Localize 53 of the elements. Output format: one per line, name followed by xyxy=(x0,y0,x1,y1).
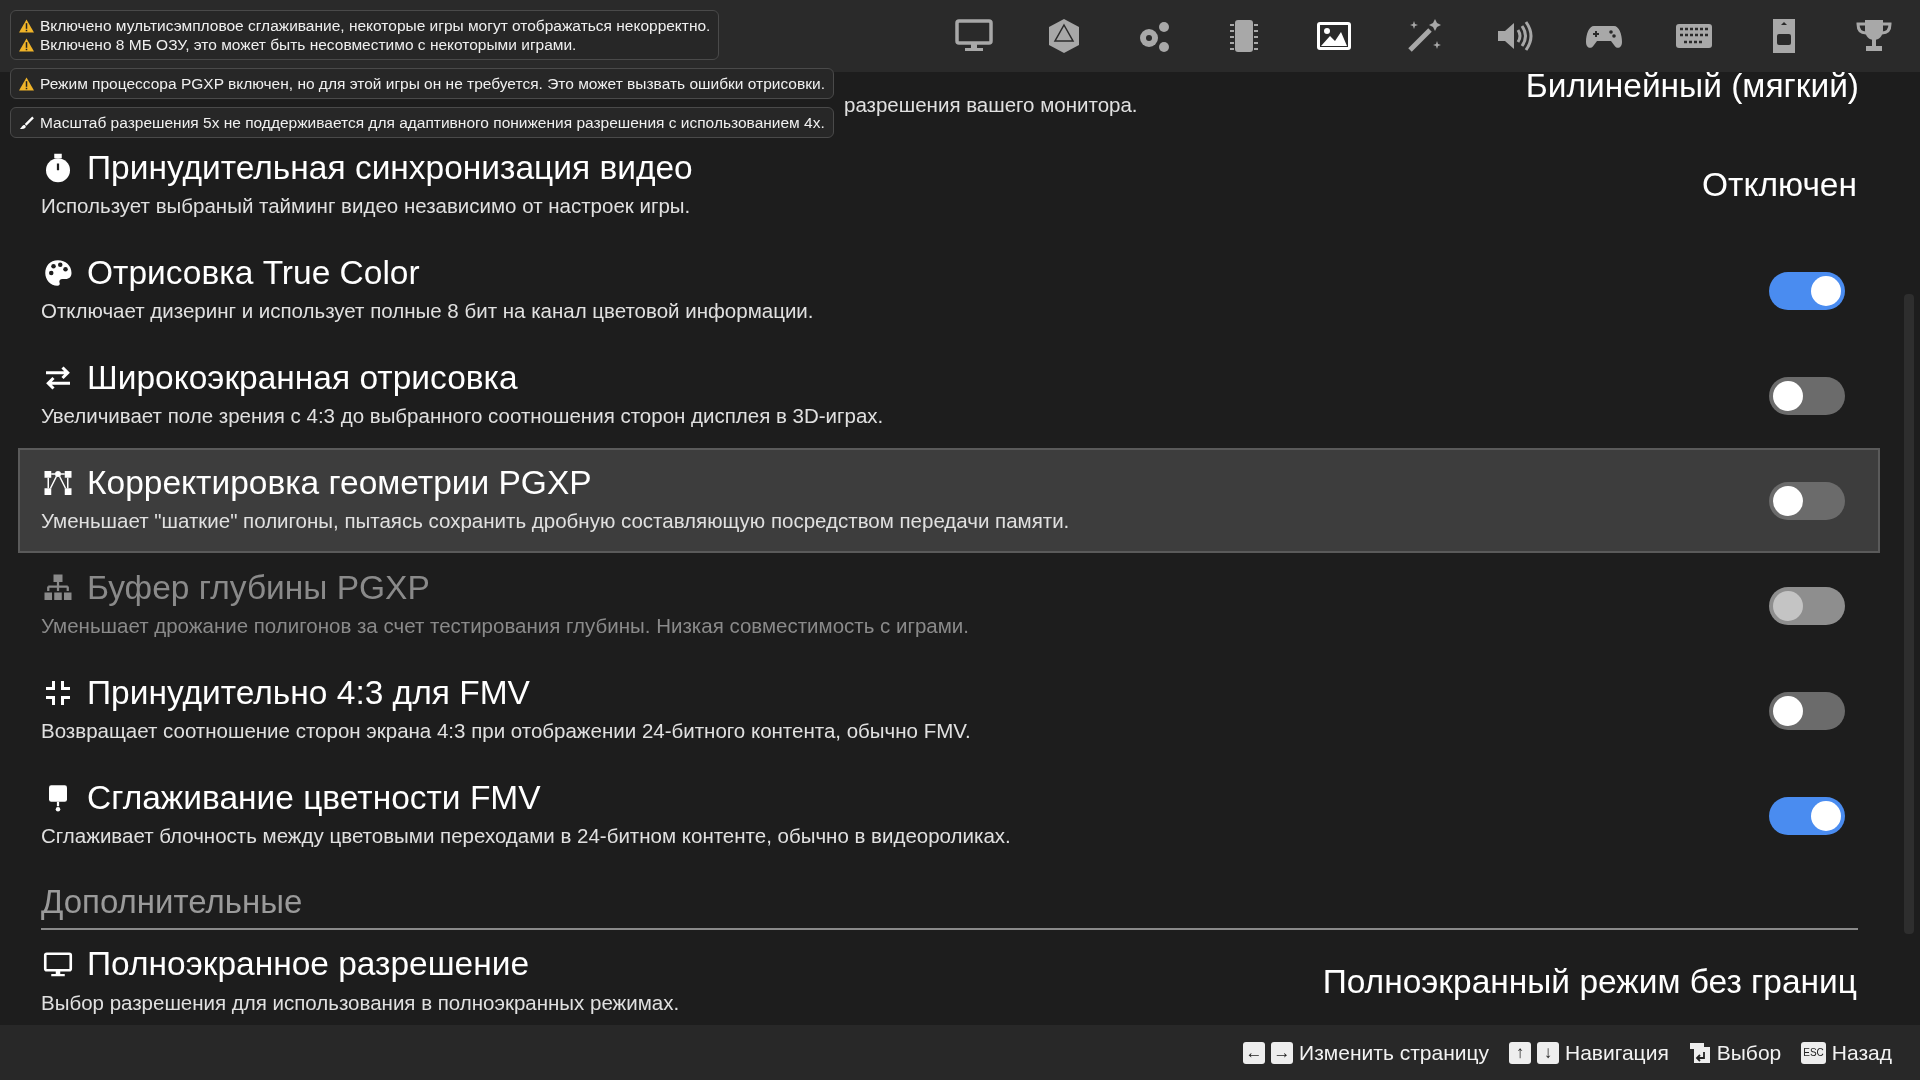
setting-title: Принудительная синхронизация видео xyxy=(87,148,693,188)
setting-row[interactable]: Широкоэкранная отрисовка Увеличивает поле зрения с 4:3 до выбранного соотношения сторон дисплея в 3D-играх. xyxy=(18,343,1880,448)
setting-title: Широкоэкранная отрисовка xyxy=(87,358,518,398)
setting-description: разрешения вашего монитора. xyxy=(844,92,1138,118)
notification-text: Режим процессора PGXP включен, но для этой игры он не требуется. Это может вызвать ошибки отрисовки. xyxy=(40,74,825,93)
toggle-switch[interactable] xyxy=(1769,376,1845,415)
setting-title: Принудительно 4:3 для FMV xyxy=(87,673,530,713)
hint-label: Навигация xyxy=(1565,1039,1669,1066)
setting-value[interactable]: Полноэкранный режим без границ xyxy=(1322,956,1857,1008)
section-header: Дополнительные xyxy=(41,868,1858,930)
setting-description: Уменьшает дрожание полигонов за счет тестирования глубины. Низкая совместимость с играми. xyxy=(41,613,969,640)
warning-icon xyxy=(19,18,34,33)
toggle-switch[interactable] xyxy=(1769,481,1845,520)
setting-title: Сглаживание цветности FMV xyxy=(87,778,541,818)
setting-row[interactable]: Принудительная синхронизация видео Использует выбраный тайминг видео независимо от настроек игры. Отключен xyxy=(18,133,1880,238)
setting-description: Уменьшает "шаткие" полигоны, пытаясь сохранить дробную составляющую посредством передачи памяти. xyxy=(41,508,1070,535)
setting-description: Увеличивает поле зрения с 4:3 до выбранного соотношения сторон дисплея в 3D-играх. xyxy=(41,403,884,430)
stopwatch-icon xyxy=(43,153,73,184)
key-cap: ↑ xyxy=(1509,1041,1531,1064)
toggle-switch[interactable] xyxy=(1769,796,1845,835)
setting-row[interactable]: Сглаживание цветности FMV Сглаживает блочность между цветовыми переходами в 24-битном контенте, обычно в видеороликах. xyxy=(18,763,1880,868)
toggle-switch[interactable] xyxy=(1769,691,1845,730)
setting-title: Отрисовка True Color xyxy=(87,253,420,293)
setting-value[interactable]: Отключен xyxy=(1702,160,1857,211)
palette-icon xyxy=(43,258,73,289)
warning-icon xyxy=(19,76,34,91)
brush-icon xyxy=(19,115,34,130)
setting-description: Выбор разрешения для использования в полноэкранных режимах. xyxy=(41,989,680,1016)
enter-key-icon xyxy=(1688,1040,1711,1065)
setting-description: Использует выбраный тайминг видео независимо от настроек игры. xyxy=(41,193,692,220)
setting-title: Буфер глубины PGXP xyxy=(87,568,430,608)
setting-row[interactable]: Полноэкранное разрешение Выбор разрешения для использования в полноэкранных режимах. Полноэкранный режим без границ xyxy=(18,929,1880,1025)
key-cap: ESC xyxy=(1801,1041,1826,1064)
setting-row[interactable]: Принудительно 4:3 для FMV Возвращает соотношение сторон экрана 4:3 при отображении 24-битного контента, обычно FMV. xyxy=(18,658,1880,763)
setting-description: Сглаживает блочность между цветовыми переходами в 24-битном контенте, обычно в видеороликах. xyxy=(41,823,1011,850)
hint-label: Назад xyxy=(1831,1039,1892,1066)
notification-text: Включено мультисэмпловое сглаживание, некоторые игры могут отображаться некорректно. xyxy=(40,16,711,35)
key-cap: ↓ xyxy=(1537,1041,1559,1064)
hint-label: Изменить страницу xyxy=(1299,1039,1489,1066)
setting-value[interactable]: Билинейный (мягкий) xyxy=(1525,72,1859,107)
setting-title: Корректировка геометрии PGXP xyxy=(87,463,592,503)
setting-row[interactable]: Отрисовка True Color Отключает дизеринг и использует полные 8 бит на канал цветовой информации. xyxy=(18,238,1880,343)
warning-icon xyxy=(19,37,34,52)
setting-row[interactable]: Корректировка геометрии PGXP Уменьшает "шаткие" полигоны, пытаясь сохранить дробную составляющую посредством передачи памяти. xyxy=(18,448,1880,553)
key-cap: ← xyxy=(1243,1041,1266,1064)
notification-text: Масштаб разрешения 5x не поддерживается для адаптивного понижения разрешения с использованием 4x. xyxy=(40,113,825,132)
notification-text: Включено 8 МБ ОЗУ, это может быть несовместимо с некоторыми играми. xyxy=(40,35,577,54)
toggle-switch[interactable] xyxy=(1769,271,1845,310)
setting-description: Возвращает соотношение сторон экрана 4:3 при отображении 24-битного контента, обычно FMV. xyxy=(41,718,971,745)
hint-label: Выбор xyxy=(1716,1039,1782,1066)
key-cap: → xyxy=(1271,1041,1294,1064)
setting-description: Отключает дизеринг и использует полные 8 бит на канал цветовой информации. xyxy=(41,298,814,325)
setting-title: Полноэкранное разрешение xyxy=(87,945,530,984)
